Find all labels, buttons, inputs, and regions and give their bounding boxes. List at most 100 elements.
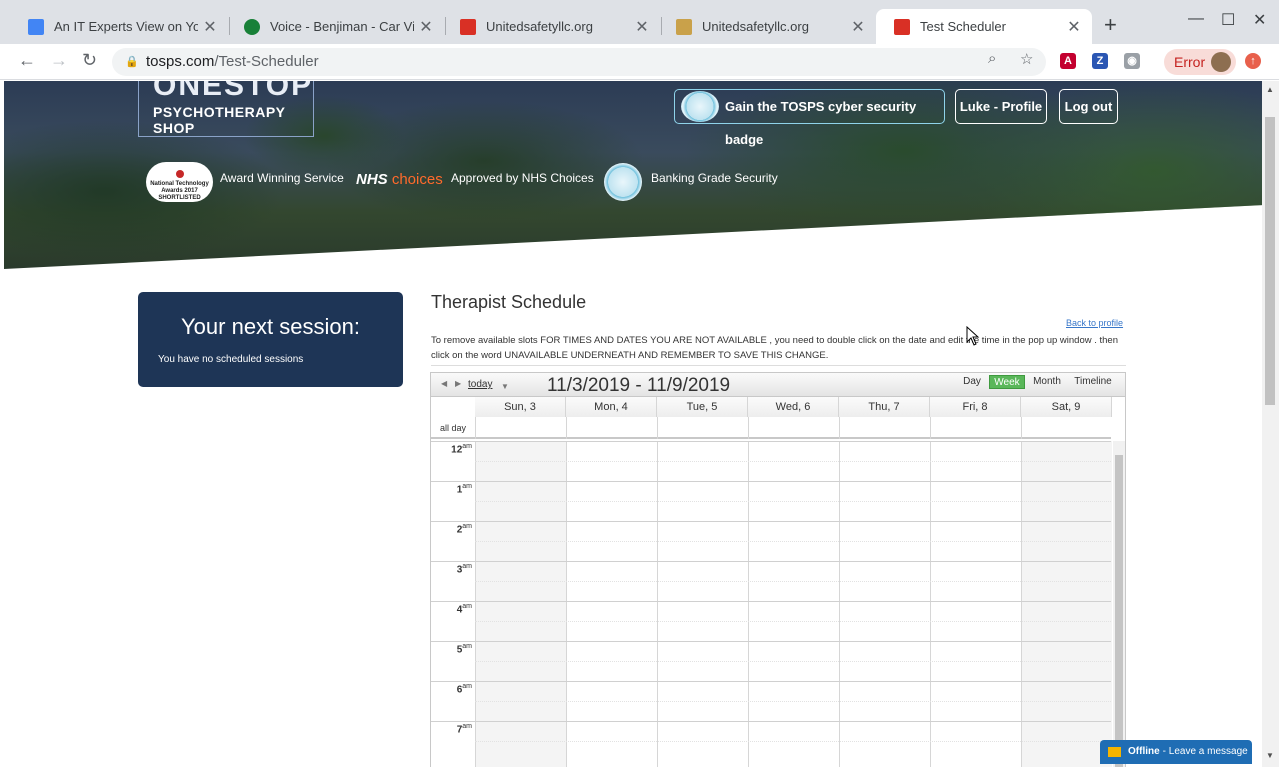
tab-3[interactable]: Unitedsafetyllc.org ✕ — [442, 9, 660, 44]
chat-widget[interactable]: Offline - Leave a message — [1100, 740, 1252, 764]
hour-line — [431, 601, 1111, 602]
hour-line — [431, 681, 1111, 682]
camera-extension-icon[interactable]: ◉ — [1124, 53, 1140, 69]
prev-week-icon[interactable]: ◀ — [441, 379, 447, 388]
all-day-cell[interactable] — [657, 417, 748, 439]
close-icon[interactable]: ✕ — [846, 17, 870, 37]
browser-toolbar: ← → ↻ 🔒 tosps.com/Test-Scheduler ⌕ ☆ A Z… — [0, 44, 1279, 80]
error-label: Error — [1174, 54, 1206, 70]
chat-message: - Leave a message — [1162, 746, 1248, 757]
today-button[interactable]: today — [468, 379, 492, 390]
view-timeline-button[interactable]: Timeline — [1071, 375, 1115, 389]
day-column[interactable] — [1021, 441, 1112, 767]
forward-button[interactable]: → — [50, 50, 68, 71]
half-hour-line — [475, 541, 1111, 542]
tab-title: Voice - Benjiman - Car Video — [270, 19, 414, 34]
all-day-cell[interactable] — [1021, 417, 1112, 439]
back-button[interactable]: ← — [18, 50, 36, 71]
logo-top: ONESTOP — [153, 81, 314, 102]
profile-button[interactable]: Luke - Profile — [955, 89, 1047, 124]
nhs-mark: NHS — [356, 171, 388, 188]
day-header[interactable]: Sun, 3 — [475, 397, 566, 417]
view-week-button[interactable]: Week — [989, 375, 1025, 389]
tab-1[interactable]: An IT Experts View on Your ✕ — [10, 9, 228, 44]
day-header[interactable]: Sat, 9 — [1021, 397, 1112, 417]
bookmark-star-icon[interactable]: ☆ — [1020, 50, 1033, 68]
day-column[interactable] — [839, 441, 930, 767]
site-logo[interactable]: ONESTOP PSYCHOTHERAPY SHOP — [138, 81, 314, 137]
close-icon[interactable]: ✕ — [630, 17, 654, 37]
close-icon[interactable]: ✕ — [1062, 17, 1086, 37]
tab-title: Unitedsafetyllc.org — [486, 19, 593, 34]
stack-icon — [676, 18, 692, 35]
site-icon — [460, 18, 476, 35]
page-content: ONESTOP PSYCHOTHERAPY SHOP Gain the TOSP… — [0, 81, 1262, 767]
tab-4[interactable]: Unitedsafetyllc.org ✕ — [658, 9, 876, 44]
avatar — [1211, 52, 1231, 72]
all-day-cell[interactable] — [475, 417, 566, 439]
menu-update-icon[interactable]: ↑ — [1245, 53, 1261, 69]
day-column[interactable] — [748, 441, 839, 767]
all-day-cell[interactable] — [748, 417, 839, 439]
calendar-scrollbar[interactable] — [1113, 441, 1125, 767]
all-day-cell[interactable] — [839, 417, 930, 439]
view-day-button[interactable]: Day — [959, 375, 985, 389]
tab-2[interactable]: Voice - Benjiman - Car Video ✕ — [226, 9, 444, 44]
logout-button[interactable]: Log out — [1059, 89, 1118, 124]
hour-label: 5am — [456, 643, 472, 656]
hour-line — [431, 561, 1111, 562]
day-header[interactable]: Fri, 8 — [930, 397, 1021, 417]
url-host: tosps.com — [146, 53, 215, 70]
hour-line — [431, 521, 1111, 522]
minimize-button[interactable]: — — [1188, 10, 1204, 28]
hour-label: 2am — [456, 523, 472, 536]
new-tab-button[interactable]: + — [1104, 12, 1117, 38]
day-column[interactable] — [657, 441, 748, 767]
page-scrollbar[interactable]: ▲ ▼ — [1262, 81, 1279, 767]
tab-strip: An IT Experts View on Your ✕ Voice - Ben… — [0, 0, 1279, 44]
next-week-icon[interactable]: ▶ — [455, 379, 461, 388]
angular-extension-icon[interactable]: A — [1060, 53, 1076, 69]
lock-icon: 🔒 — [125, 56, 139, 68]
half-hour-line — [475, 661, 1111, 662]
zoom-icon[interactable]: ⌕ — [988, 50, 996, 67]
day-header[interactable]: Mon, 4 — [566, 397, 657, 417]
security-seal-icon — [604, 163, 642, 201]
scroll-up-icon[interactable]: ▲ — [1266, 85, 1274, 94]
hour-label: 4am — [456, 603, 472, 616]
hour-line — [431, 441, 1111, 442]
calendar-scroll-thumb[interactable] — [1115, 455, 1123, 767]
view-month-button[interactable]: Month — [1029, 375, 1065, 389]
hour-label: 3am — [456, 563, 472, 576]
all-day-cell[interactable] — [566, 417, 657, 439]
reload-button[interactable]: ↻ — [82, 50, 97, 71]
chevron-down-icon[interactable]: ▼ — [501, 382, 509, 391]
day-header[interactable]: Thu, 7 — [839, 397, 930, 417]
security-label: Banking Grade Security — [651, 171, 778, 185]
day-header[interactable]: Tue, 5 — [657, 397, 748, 417]
day-header[interactable]: Wed, 6 — [748, 397, 839, 417]
hour-label: 7am — [456, 723, 472, 736]
day-column[interactable] — [566, 441, 657, 767]
day-column[interactable] — [930, 441, 1021, 767]
profile-error-button[interactable]: Error — [1164, 49, 1236, 75]
back-to-profile-link[interactable]: Back to profile — [1066, 318, 1123, 328]
z-extension-icon[interactable]: Z — [1092, 53, 1108, 69]
day-column[interactable] — [475, 441, 566, 767]
close-window-button[interactable]: ✕ — [1253, 10, 1266, 30]
close-icon[interactable]: ✕ — [198, 17, 222, 37]
award-logo: National Technology Awards 2017 SHORTLIS… — [146, 162, 213, 202]
maximize-button[interactable]: ☐ — [1221, 10, 1235, 30]
schedule-instructions: To remove available slots FOR TIMES AND … — [431, 333, 1126, 366]
next-session-card: Your next session: You have no scheduled… — [138, 292, 403, 387]
page-scroll-thumb[interactable] — [1265, 117, 1275, 405]
all-day-cell[interactable] — [930, 417, 1021, 439]
scroll-down-icon[interactable]: ▼ — [1266, 751, 1274, 760]
url-path: /Test-Scheduler — [214, 53, 319, 70]
all-day-label: all day — [439, 423, 466, 433]
address-bar[interactable]: 🔒 tosps.com/Test-Scheduler — [112, 48, 1046, 76]
close-icon[interactable]: ✕ — [414, 17, 438, 37]
tab-5-active[interactable]: Test Scheduler ✕ — [876, 9, 1092, 44]
cyber-badge-button[interactable]: Gain the TOSPS cyber security badge — [674, 89, 945, 147]
time-grid[interactable]: 12am 1am 2am 3am 4am 5am 6am 7am — [431, 441, 1112, 767]
